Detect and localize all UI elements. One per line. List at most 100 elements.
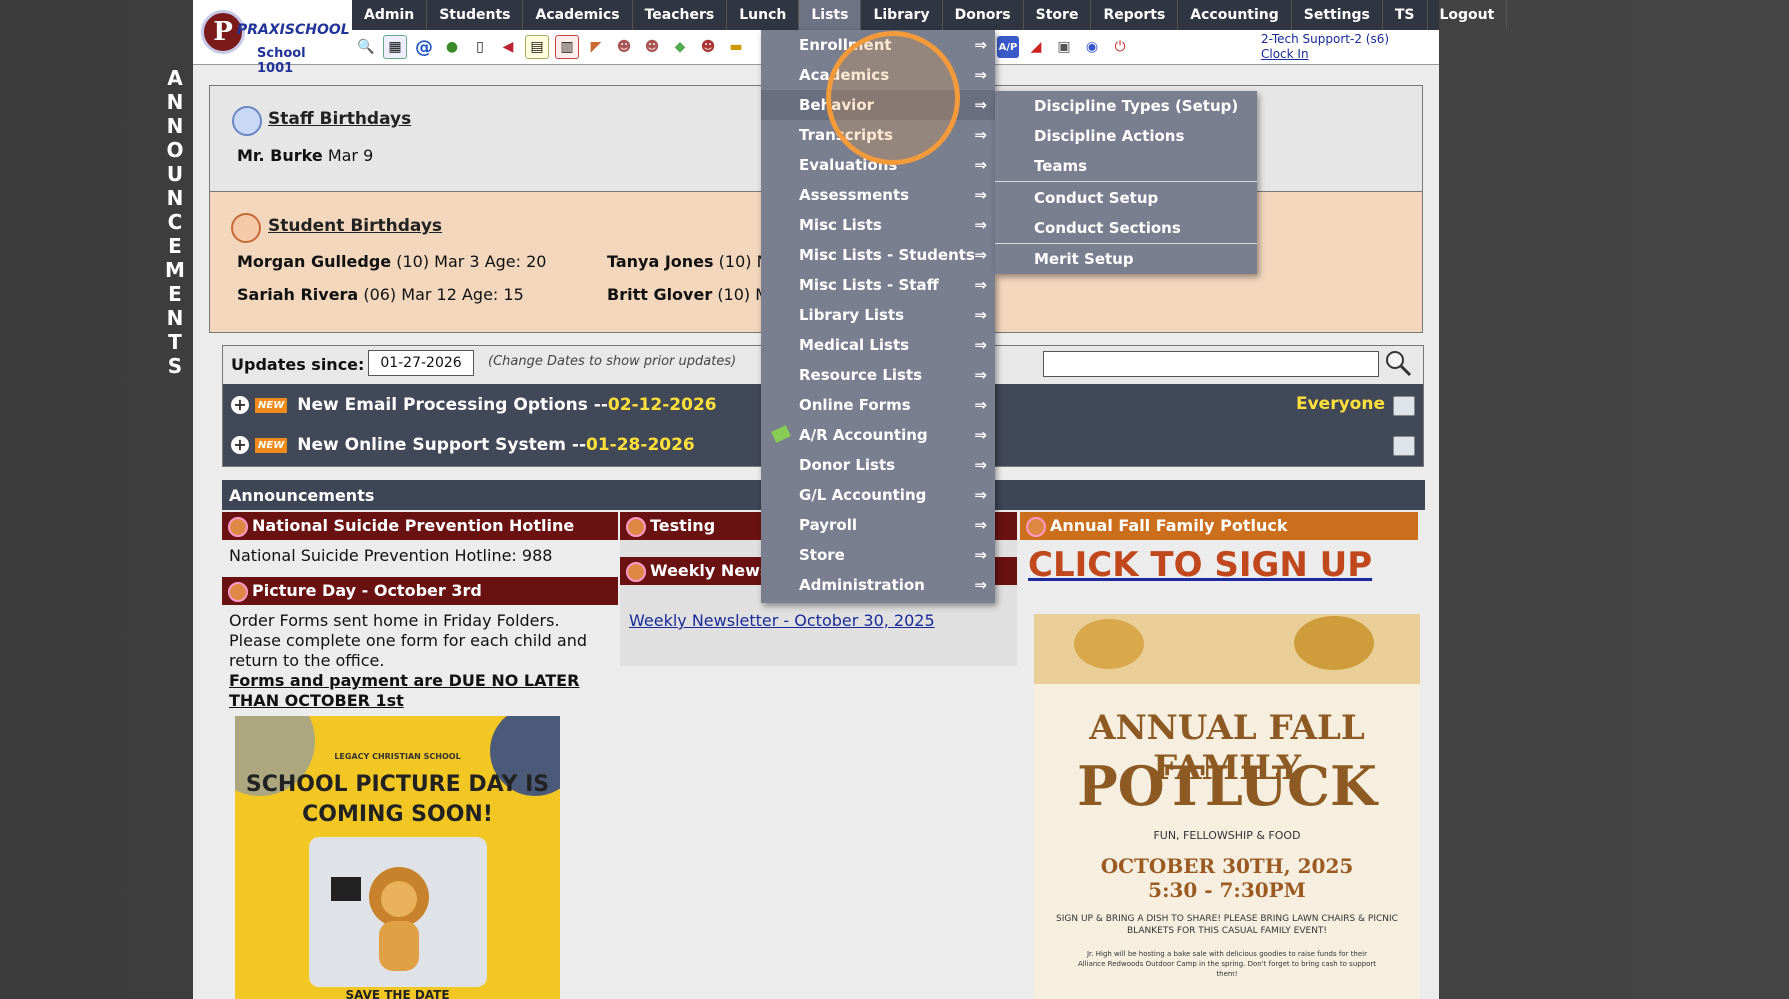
announcement-title[interactable]: National Suicide Prevention Hotline xyxy=(222,512,618,540)
updates-search-input[interactable] xyxy=(1043,351,1379,377)
student-birthday-info: (06) Mar 12 Age: 15 xyxy=(363,285,524,304)
nav-donors[interactable]: Donors xyxy=(943,0,1024,30)
potluck-poster[interactable]: ANNUAL FALL FAMILY POTLUCK FUN, FELLOWSH… xyxy=(1034,614,1420,999)
announcement-title[interactable]: Annual Fall Family Potluck xyxy=(1020,512,1418,540)
staff-birthdays-title[interactable]: Staff Birthdays xyxy=(268,109,411,129)
arrow-icon: ⇒ xyxy=(974,426,987,444)
submenu-merit-setup[interactable]: Merit Setup xyxy=(995,244,1257,274)
menu-item-misc-lists[interactable]: Misc Lists ⇒ xyxy=(761,210,995,240)
letter: O xyxy=(166,138,184,162)
menu-item-ar-accounting[interactable]: A/R Accounting ⇒ xyxy=(761,420,995,450)
cash-icon[interactable]: ▬ xyxy=(725,36,747,58)
chat-icon[interactable]: ● xyxy=(441,36,463,58)
expand-icon[interactable]: + xyxy=(231,396,249,414)
user-icon[interactable]: ☻ xyxy=(613,36,635,58)
nav-lists[interactable]: Lists xyxy=(799,0,862,30)
nav-settings[interactable]: Settings xyxy=(1292,0,1383,30)
student-birthdays-title[interactable]: Student Birthdays xyxy=(268,216,442,236)
nav-store[interactable]: Store xyxy=(1024,0,1092,30)
menu-item-misc-lists-staff[interactable]: Misc Lists - Staff ⇒ xyxy=(761,270,995,300)
updates-date-input[interactable]: 01-27-2026 xyxy=(368,350,474,376)
nav-ts[interactable]: TS xyxy=(1383,0,1428,30)
update-item[interactable]: + NEW New Online Support System -- 01-28… xyxy=(231,430,695,460)
user2-icon[interactable]: ☻ xyxy=(641,36,663,58)
pdf-icon[interactable]: ◢ xyxy=(1025,36,1047,58)
submenu-discipline-types[interactable]: Discipline Types (Setup) xyxy=(995,91,1257,121)
submenu-conduct-sections[interactable]: Conduct Sections xyxy=(995,213,1257,243)
menu-item-online-forms[interactable]: Online Forms ⇒ xyxy=(761,390,995,420)
search-icon[interactable]: 🔍 xyxy=(355,36,377,58)
nav-reports[interactable]: Reports xyxy=(1091,0,1179,30)
stack-icon[interactable]: ▣ xyxy=(1053,36,1075,58)
nav-lunch[interactable]: Lunch xyxy=(727,0,800,30)
help-icon[interactable]: ◉ xyxy=(1081,36,1103,58)
update-item[interactable]: + NEW New Email Processing Options -- 02… xyxy=(231,390,717,420)
speaker-icon[interactable]: ◀ xyxy=(497,36,519,58)
print-icon[interactable] xyxy=(1393,396,1415,416)
nav-accounting[interactable]: Accounting xyxy=(1178,0,1292,30)
search-icon[interactable] xyxy=(1383,348,1413,378)
nav-logout[interactable]: Logout xyxy=(1428,0,1508,30)
menu-item-library-lists[interactable]: Library Lists ⇒ xyxy=(761,300,995,330)
newsletter-link[interactable]: Weekly Newsletter - October 30, 2025 xyxy=(629,611,935,631)
print-icon[interactable] xyxy=(1393,436,1415,456)
student-birthday-entry: Tanya Jones (10) M xyxy=(607,252,770,271)
form-icon[interactable]: ▤ xyxy=(525,35,549,59)
menu-item-label: Medical Lists xyxy=(799,336,910,354)
menu-item-administration[interactable]: Administration ⇒ xyxy=(761,570,995,600)
announcement-title[interactable]: Picture Day - October 3rd xyxy=(222,577,618,605)
arrow-icon: ⇒ xyxy=(974,186,987,204)
calendar2-icon[interactable]: ▥ xyxy=(555,35,579,59)
email-icon[interactable]: @ xyxy=(413,36,435,58)
arrow-icon: ⇒ xyxy=(974,396,987,414)
clock-in-link[interactable]: Clock In xyxy=(1261,47,1309,61)
letter: E xyxy=(168,234,182,258)
submenu-label: Merit Setup xyxy=(1034,250,1134,268)
people-icon[interactable]: ☻ xyxy=(697,36,719,58)
nav-admin[interactable]: Admin xyxy=(352,0,428,30)
student-name: Sariah Rivera xyxy=(237,285,359,304)
nav-teachers[interactable]: Teachers xyxy=(633,0,728,30)
poster-time: 5:30 - 7:30PM xyxy=(1148,878,1306,902)
menu-item-label: Administration xyxy=(799,576,925,594)
nav-library[interactable]: Library xyxy=(861,0,943,30)
pin-icon xyxy=(228,582,248,602)
update-title[interactable]: New Online Support System -- xyxy=(297,435,586,455)
sign-up-link[interactable]: CLICK TO SIGN UP xyxy=(1028,545,1372,585)
announcement-deadline: THAN OCTOBER 1st xyxy=(229,691,404,710)
lion-body xyxy=(379,921,419,971)
menu-item-store[interactable]: Store ⇒ xyxy=(761,540,995,570)
logo[interactable]: P PRAXISCHOOL School 1001 xyxy=(197,4,350,76)
submenu-teams[interactable]: Teams xyxy=(995,151,1257,181)
menu-item-medical-lists[interactable]: Medical Lists ⇒ xyxy=(761,330,995,360)
ap-icon[interactable]: A/P xyxy=(997,36,1019,58)
new-badge: NEW xyxy=(255,437,288,453)
megaphone-icon[interactable]: ◤ xyxy=(585,36,607,58)
menu-item-assessments[interactable]: Assessments ⇒ xyxy=(761,180,995,210)
menu-item-label: Misc Lists - Staff xyxy=(799,276,939,294)
arrow-icon: ⇒ xyxy=(974,66,987,84)
menu-item-label: Online Forms xyxy=(799,396,911,414)
update-title[interactable]: New Email Processing Options -- xyxy=(297,395,608,415)
menu-item-gl-accounting[interactable]: G/L Accounting ⇒ xyxy=(761,480,995,510)
phone-icon[interactable]: ▯ xyxy=(469,36,491,58)
money-icon[interactable]: ◆ xyxy=(669,36,691,58)
submenu-conduct-setup[interactable]: Conduct Setup xyxy=(995,183,1257,213)
submenu-discipline-actions[interactable]: Discipline Actions xyxy=(995,121,1257,151)
announcement-text: Order Forms sent home in Friday Folders. xyxy=(229,611,560,630)
menu-item-payroll[interactable]: Payroll ⇒ xyxy=(761,510,995,540)
menu-item-donor-lists[interactable]: Donor Lists ⇒ xyxy=(761,450,995,480)
power-icon[interactable]: ⏻ xyxy=(1109,36,1131,58)
menu-item-resource-lists[interactable]: Resource Lists ⇒ xyxy=(761,360,995,390)
student-name: Tanya Jones xyxy=(607,252,714,271)
student-birthday-info: (10) Mar 3 Age: 20 xyxy=(396,252,547,271)
picture-day-poster[interactable]: LEGACY CHRISTIAN SCHOOL SCHOOL PICTURE D… xyxy=(235,716,560,999)
expand-icon[interactable]: + xyxy=(231,436,249,454)
calendar-icon[interactable]: ▦ xyxy=(383,35,407,59)
pin-icon xyxy=(626,562,646,582)
submenu-divider xyxy=(995,181,1257,182)
nav-students[interactable]: Students xyxy=(427,0,524,30)
student-birthday-entry: Morgan Gulledge (10) Mar 3 Age: 20 xyxy=(237,252,546,271)
nav-academics[interactable]: Academics xyxy=(523,0,633,30)
menu-item-misc-lists-students[interactable]: Misc Lists - Students ⇒ xyxy=(761,240,995,270)
